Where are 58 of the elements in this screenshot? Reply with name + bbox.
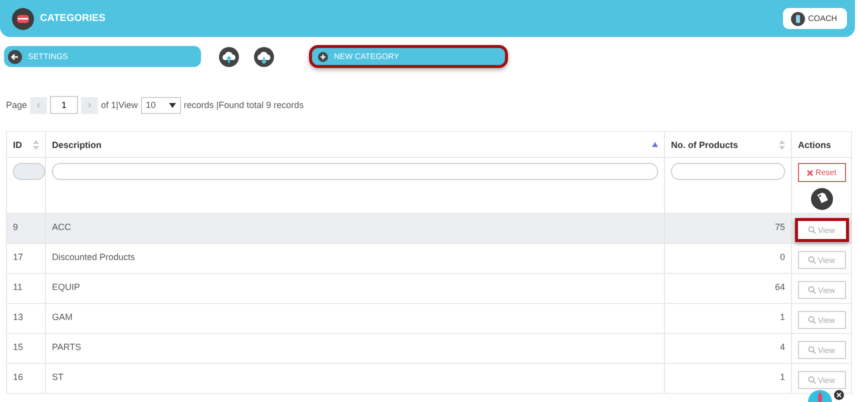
table-cell: ACC [46,214,665,243]
sort-ascending-icon [652,142,658,147]
table-cell: EQUIP [46,274,665,303]
records-summary: records |Found total 9 records [184,100,304,110]
products-filter-field[interactable] [671,163,785,180]
page-number-field[interactable]: 1 [50,96,78,114]
search-icon [808,376,816,384]
table-cell: 64 [665,274,792,303]
sort-icon [33,140,39,150]
plus-icon [318,52,328,62]
logo-icon [12,8,34,30]
page-count-text: of 1|View [101,100,138,110]
table-row[interactable]: 11 EQUIP 64 View [6,274,852,304]
table-cell: 11 [6,274,46,303]
close-icon[interactable] [834,390,844,400]
table-row[interactable]: 15 PARTS 4 View [6,334,852,364]
sort-icon [779,140,785,150]
download-cloud-icon[interactable] [254,46,274,66]
column-header[interactable]: No. of Products [665,132,792,157]
table-row[interactable]: 17 Discounted Products 0 View [6,244,852,274]
search-icon [808,316,816,324]
page-title: CATEGORIES [40,13,106,24]
table-cell: 15 [6,334,46,363]
table-cell: 13 [6,304,46,333]
coach-icon [791,12,806,26]
column-header[interactable]: ID [6,132,46,157]
table-cell: 9 [6,214,46,243]
table-cell: Discounted Products [46,244,665,273]
table-cell: 0 [665,244,792,273]
rocket-launcher-icon[interactable] [808,389,832,402]
table-row[interactable]: 13 GAM 1 View [6,304,852,334]
table-row[interactable]: 9 ACC 75 View [6,214,852,244]
upload-cloud-icon[interactable] [219,46,239,66]
table-row[interactable]: 16 ST 1 View [6,364,852,394]
table-cell: PARTS [46,334,665,363]
tag-icon[interactable] [810,188,832,210]
id-filter-field[interactable] [13,163,45,180]
table-cell: 75 [665,214,792,243]
coach-button[interactable]: COACH [783,8,847,29]
column-header[interactable]: Description [46,132,665,157]
column-header[interactable]: Actions [792,132,852,157]
search-icon [808,346,816,354]
table-cell: 4 [665,334,792,363]
search-icon [808,256,816,264]
table-cell: GAM [46,304,665,333]
search-icon [808,286,816,294]
close-icon [806,170,813,176]
table-cell: 1 [665,304,792,333]
dropdown-caret-icon [168,102,176,108]
page-label: Page [6,100,28,110]
table-cell: 17 [6,244,46,273]
search-icon [808,226,816,234]
table-cell: ST [46,364,665,393]
reset-button[interactable]: Reset [798,163,846,182]
table-cell: 1 [665,364,792,393]
description-filter-field[interactable] [52,163,658,180]
table-cell: 16 [6,364,46,393]
page-size-select[interactable]: 10 [140,96,181,114]
